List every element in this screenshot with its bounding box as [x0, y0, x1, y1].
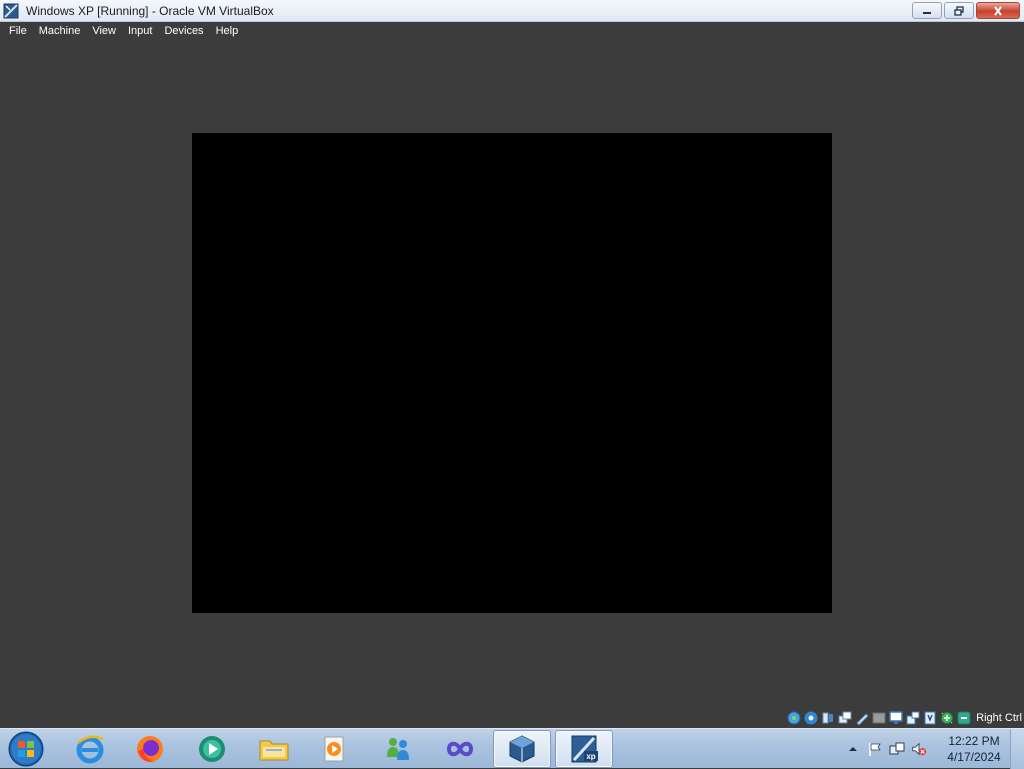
taskbar-messenger[interactable]	[369, 730, 427, 768]
taskbar-clock[interactable]: 12:22 PM 4/17/2024	[943, 733, 1005, 765]
title-bar[interactable]: Windows XP [Running] - Oracle VM Virtual…	[0, 0, 1024, 22]
folder-icon	[259, 740, 289, 761]
internet-explorer-icon	[76, 735, 104, 764]
action-center-flag-icon[interactable]	[867, 741, 883, 757]
minimize-button[interactable]	[912, 2, 942, 19]
show-desktop-button[interactable]	[1010, 729, 1024, 769]
menu-view[interactable]: View	[86, 22, 122, 41]
taskbar-firefox[interactable]	[121, 730, 179, 768]
menu-devices[interactable]: Devices	[158, 22, 209, 41]
infinity-icon	[446, 741, 474, 757]
clock-date: 4/17/2024	[947, 750, 1001, 764]
display-icon[interactable]	[888, 710, 904, 726]
taskbar-virtualbox-xp-vm[interactable]: xp	[555, 730, 613, 768]
window-controls	[912, 2, 1020, 19]
usb-icon[interactable]	[854, 710, 870, 726]
restore-icon	[954, 5, 964, 16]
system-tray	[845, 729, 927, 769]
show-hidden-icons-icon[interactable]	[845, 741, 861, 757]
virtualbox-icon	[509, 735, 535, 763]
vm-display[interactable]	[192, 133, 832, 613]
menu-input[interactable]: Input	[122, 22, 158, 41]
taskbar-virtualbox-manager[interactable]	[493, 730, 551, 768]
start-button[interactable]	[4, 730, 48, 768]
menu-help[interactable]: Help	[210, 22, 245, 41]
media-player-icon	[199, 736, 225, 762]
volume-muted-icon[interactable]	[911, 741, 927, 757]
menu-bar: File Machine View Input Devices Help	[0, 22, 1024, 41]
minimize-icon	[923, 11, 931, 14]
optical-drive-icon[interactable]	[803, 710, 819, 726]
virtualbox-window: Windows XP [Running] - Oracle VM Virtual…	[0, 0, 1024, 728]
taskbar: xp 12:22 PM 4/17/2024	[0, 728, 1024, 769]
network-status-icon[interactable]	[889, 741, 905, 757]
host-key-label[interactable]: Right Ctrl	[976, 712, 1022, 724]
vm-status-bar: Right Ctrl	[786, 707, 1024, 728]
vm-xp-icon: xp	[571, 735, 598, 763]
firefox-icon	[137, 736, 163, 763]
keyboard-icon[interactable]	[956, 710, 972, 726]
taskbar-visual-studio[interactable]	[431, 730, 489, 768]
audio-icon[interactable]	[820, 710, 836, 726]
taskbar-file-explorer[interactable]	[245, 730, 303, 768]
window-title: Windows XP [Running] - Oracle VM Virtual…	[26, 3, 274, 18]
video-capture-icon[interactable]	[905, 710, 921, 726]
menu-file[interactable]: File	[3, 22, 33, 41]
restore-button[interactable]	[944, 2, 974, 19]
windows-start-icon	[8, 731, 44, 767]
clock-time: 12:22 PM	[948, 734, 1000, 748]
menu-machine[interactable]: Machine	[33, 22, 87, 41]
shared-folders-icon[interactable]	[871, 710, 887, 726]
taskbar-vlc-media[interactable]	[305, 730, 363, 768]
media-file-icon	[324, 736, 344, 762]
mouse-integration-icon[interactable]	[939, 710, 955, 726]
taskbar-internet-explorer[interactable]	[61, 730, 119, 768]
network-icon[interactable]	[837, 710, 853, 726]
taskbar-media-player[interactable]	[183, 730, 241, 768]
virtualbox-icon[interactable]	[2, 2, 20, 20]
hard-disk-icon[interactable]	[786, 710, 802, 726]
svg-text:xp: xp	[586, 752, 595, 761]
close-button[interactable]	[976, 2, 1020, 19]
cpu-icon[interactable]	[922, 710, 938, 726]
close-icon	[994, 5, 1002, 16]
messenger-icon	[387, 738, 409, 760]
